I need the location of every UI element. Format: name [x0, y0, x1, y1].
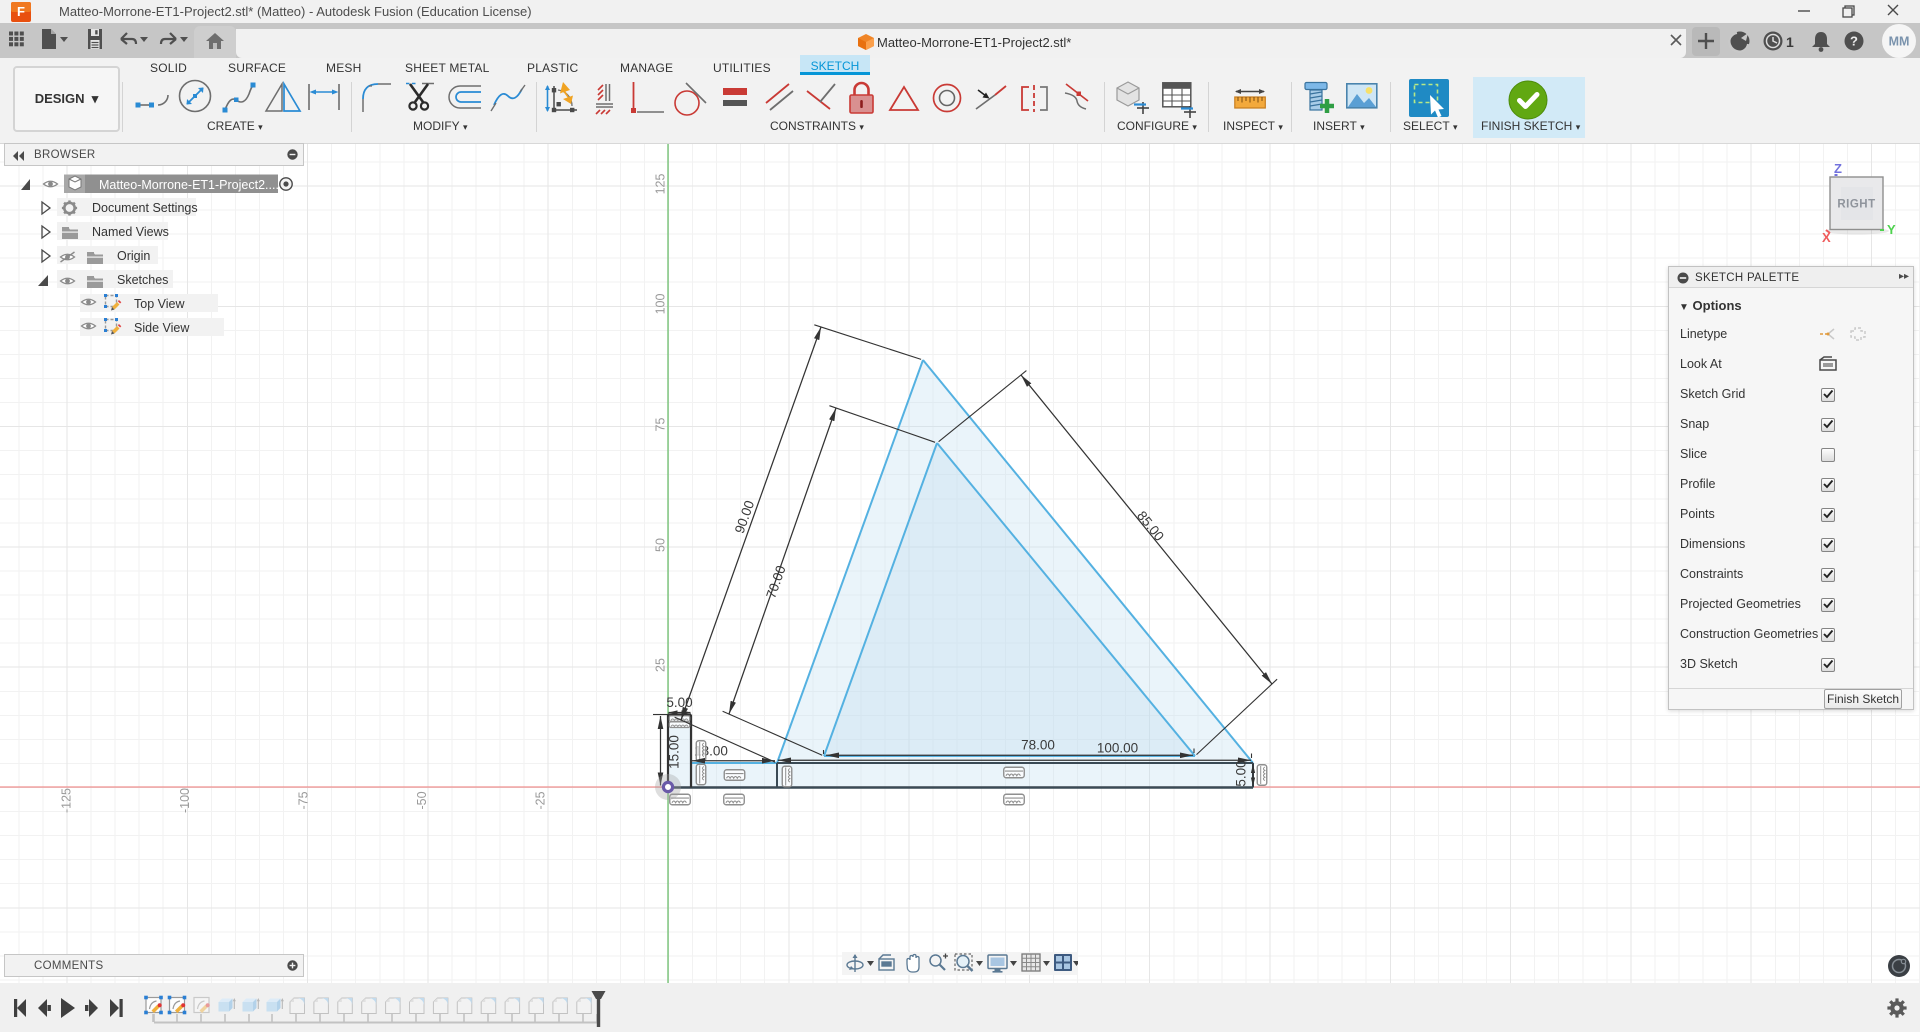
svg-text:-100: -100	[178, 788, 192, 813]
svg-text:?: ?	[1850, 34, 1858, 49]
svg-text:5.00: 5.00	[1234, 760, 1249, 786]
svg-text:-125: -125	[60, 788, 74, 813]
svg-text:1: 1	[1786, 34, 1794, 50]
svg-text:15.00: 15.00	[667, 735, 682, 769]
svg-text:-50: -50	[415, 791, 429, 809]
svg-text:Z: Z	[1834, 161, 1842, 176]
svg-text:75: 75	[654, 418, 668, 432]
svg-text:78.00: 78.00	[1021, 738, 1055, 753]
svg-text:70.00: 70.00	[763, 564, 788, 601]
svg-text:F: F	[17, 4, 25, 19]
svg-text:-75: -75	[297, 791, 311, 809]
svg-text:25: 25	[654, 658, 668, 672]
svg-text:RIGHT: RIGHT	[1837, 199, 1875, 211]
svg-text:100.00: 100.00	[1097, 741, 1138, 756]
svg-text:Y: Y	[1887, 222, 1896, 237]
svg-text:50: 50	[654, 538, 668, 552]
svg-text:85.00: 85.00	[1134, 508, 1167, 544]
svg-text:100: 100	[654, 294, 668, 315]
svg-text:MM: MM	[1889, 35, 1910, 49]
svg-text:125: 125	[654, 174, 668, 195]
svg-text:-25: -25	[534, 791, 548, 809]
